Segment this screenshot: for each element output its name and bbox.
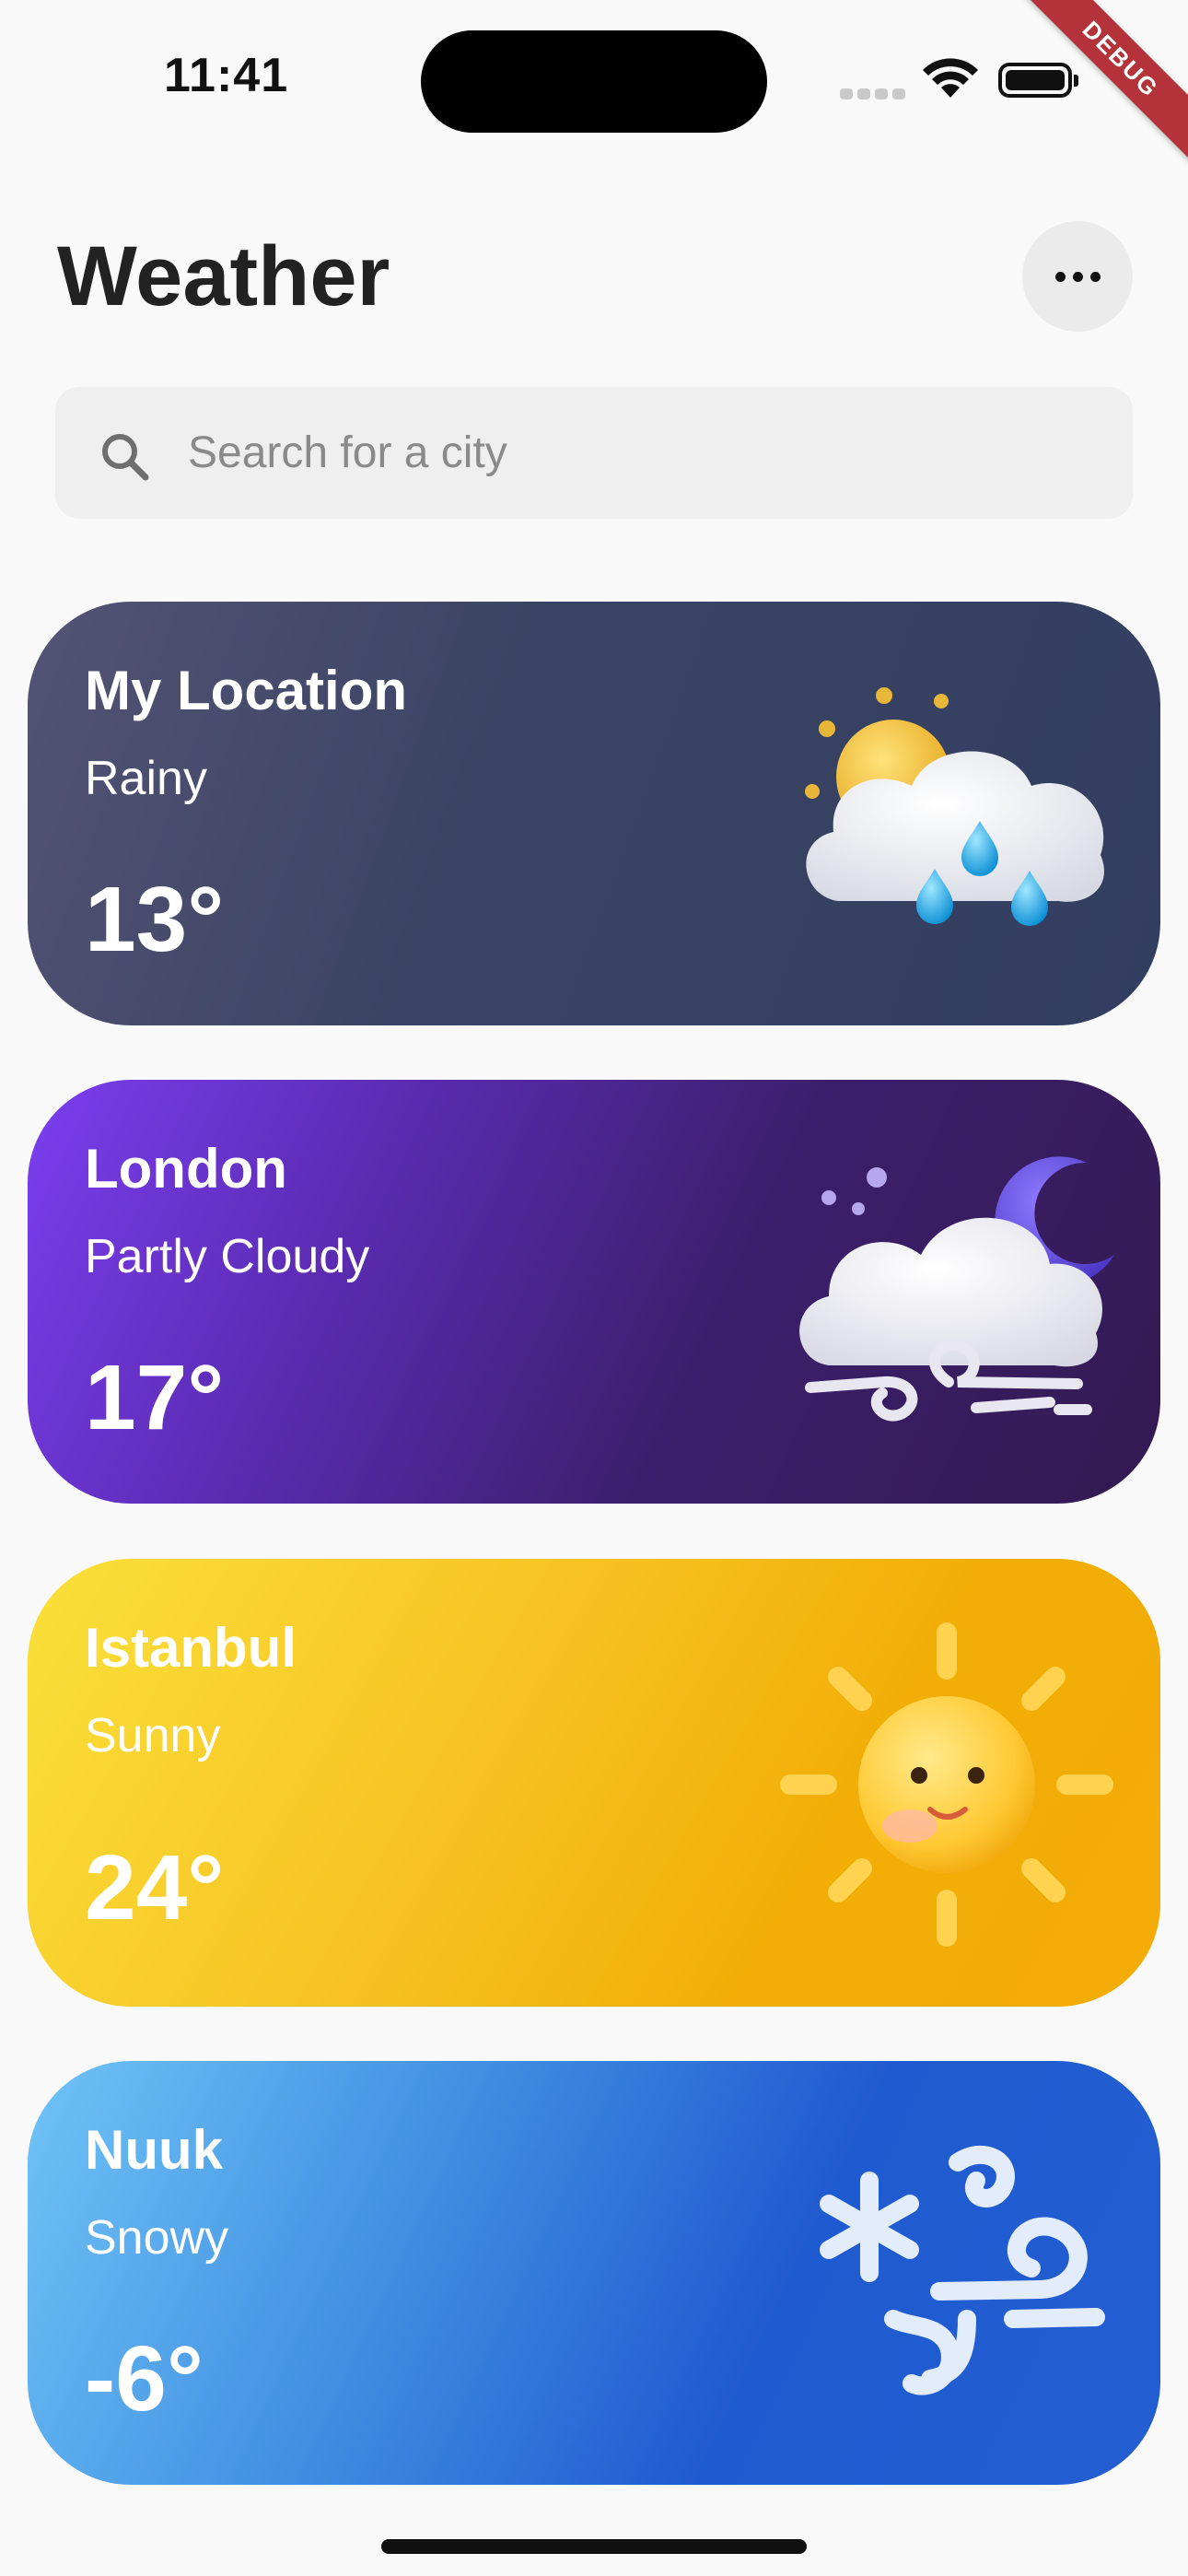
card-temperature: 13° [85,868,225,971]
weather-card-istanbul[interactable]: Istanbul Sunny 24° [28,1559,1160,2007]
card-temperature: 24° [85,1836,225,1939]
page-title: Weather [57,229,390,323]
card-condition: Snowy [85,2211,229,2265]
status-time: 11:41 [164,49,289,102]
card-city-name: My Location [85,660,408,721]
weather-card-london[interactable]: London Partly Cloudy 17° [28,1080,1160,1504]
more-dot-icon [1072,271,1083,282]
more-dot-icon [1089,271,1101,282]
smiling-sun-icon [780,1622,1113,1947]
card-city-name: London [85,1138,287,1200]
more-dot-icon [1054,271,1066,282]
sun-cloud-rain-icon [805,687,1104,926]
search-input[interactable] [188,387,1090,519]
card-condition: Rainy [85,752,207,805]
weather-card-nuuk[interactable]: Nuuk Snowy -6° [28,2061,1160,2485]
card-city-name: Istanbul [85,1617,297,1679]
weather-screen: 11:41 DEBUG Weather My Location Rainy 13… [0,0,1188,2576]
battery-icon [998,63,1078,98]
search-bar[interactable] [55,387,1133,519]
card-condition: Sunny [85,1709,221,1762]
dynamic-island [421,30,767,133]
more-options-button[interactable] [1022,221,1133,332]
wifi-icon [923,58,978,98]
search-icon [102,434,149,481]
snowflake-wind-icon [820,2145,1105,2395]
card-temperature: -6° [85,2327,204,2430]
moon-cloud-wind-icon [799,1156,1114,1422]
card-city-name: Nuuk [85,2119,223,2181]
weather-card-my-location[interactable]: My Location Rainy 13° [28,602,1160,1025]
home-indicator[interactable] [381,2539,807,2554]
card-condition: Partly Cloudy [85,1230,370,1283]
card-temperature: 17° [85,1346,225,1449]
cellular-signal-icon [840,88,906,100]
